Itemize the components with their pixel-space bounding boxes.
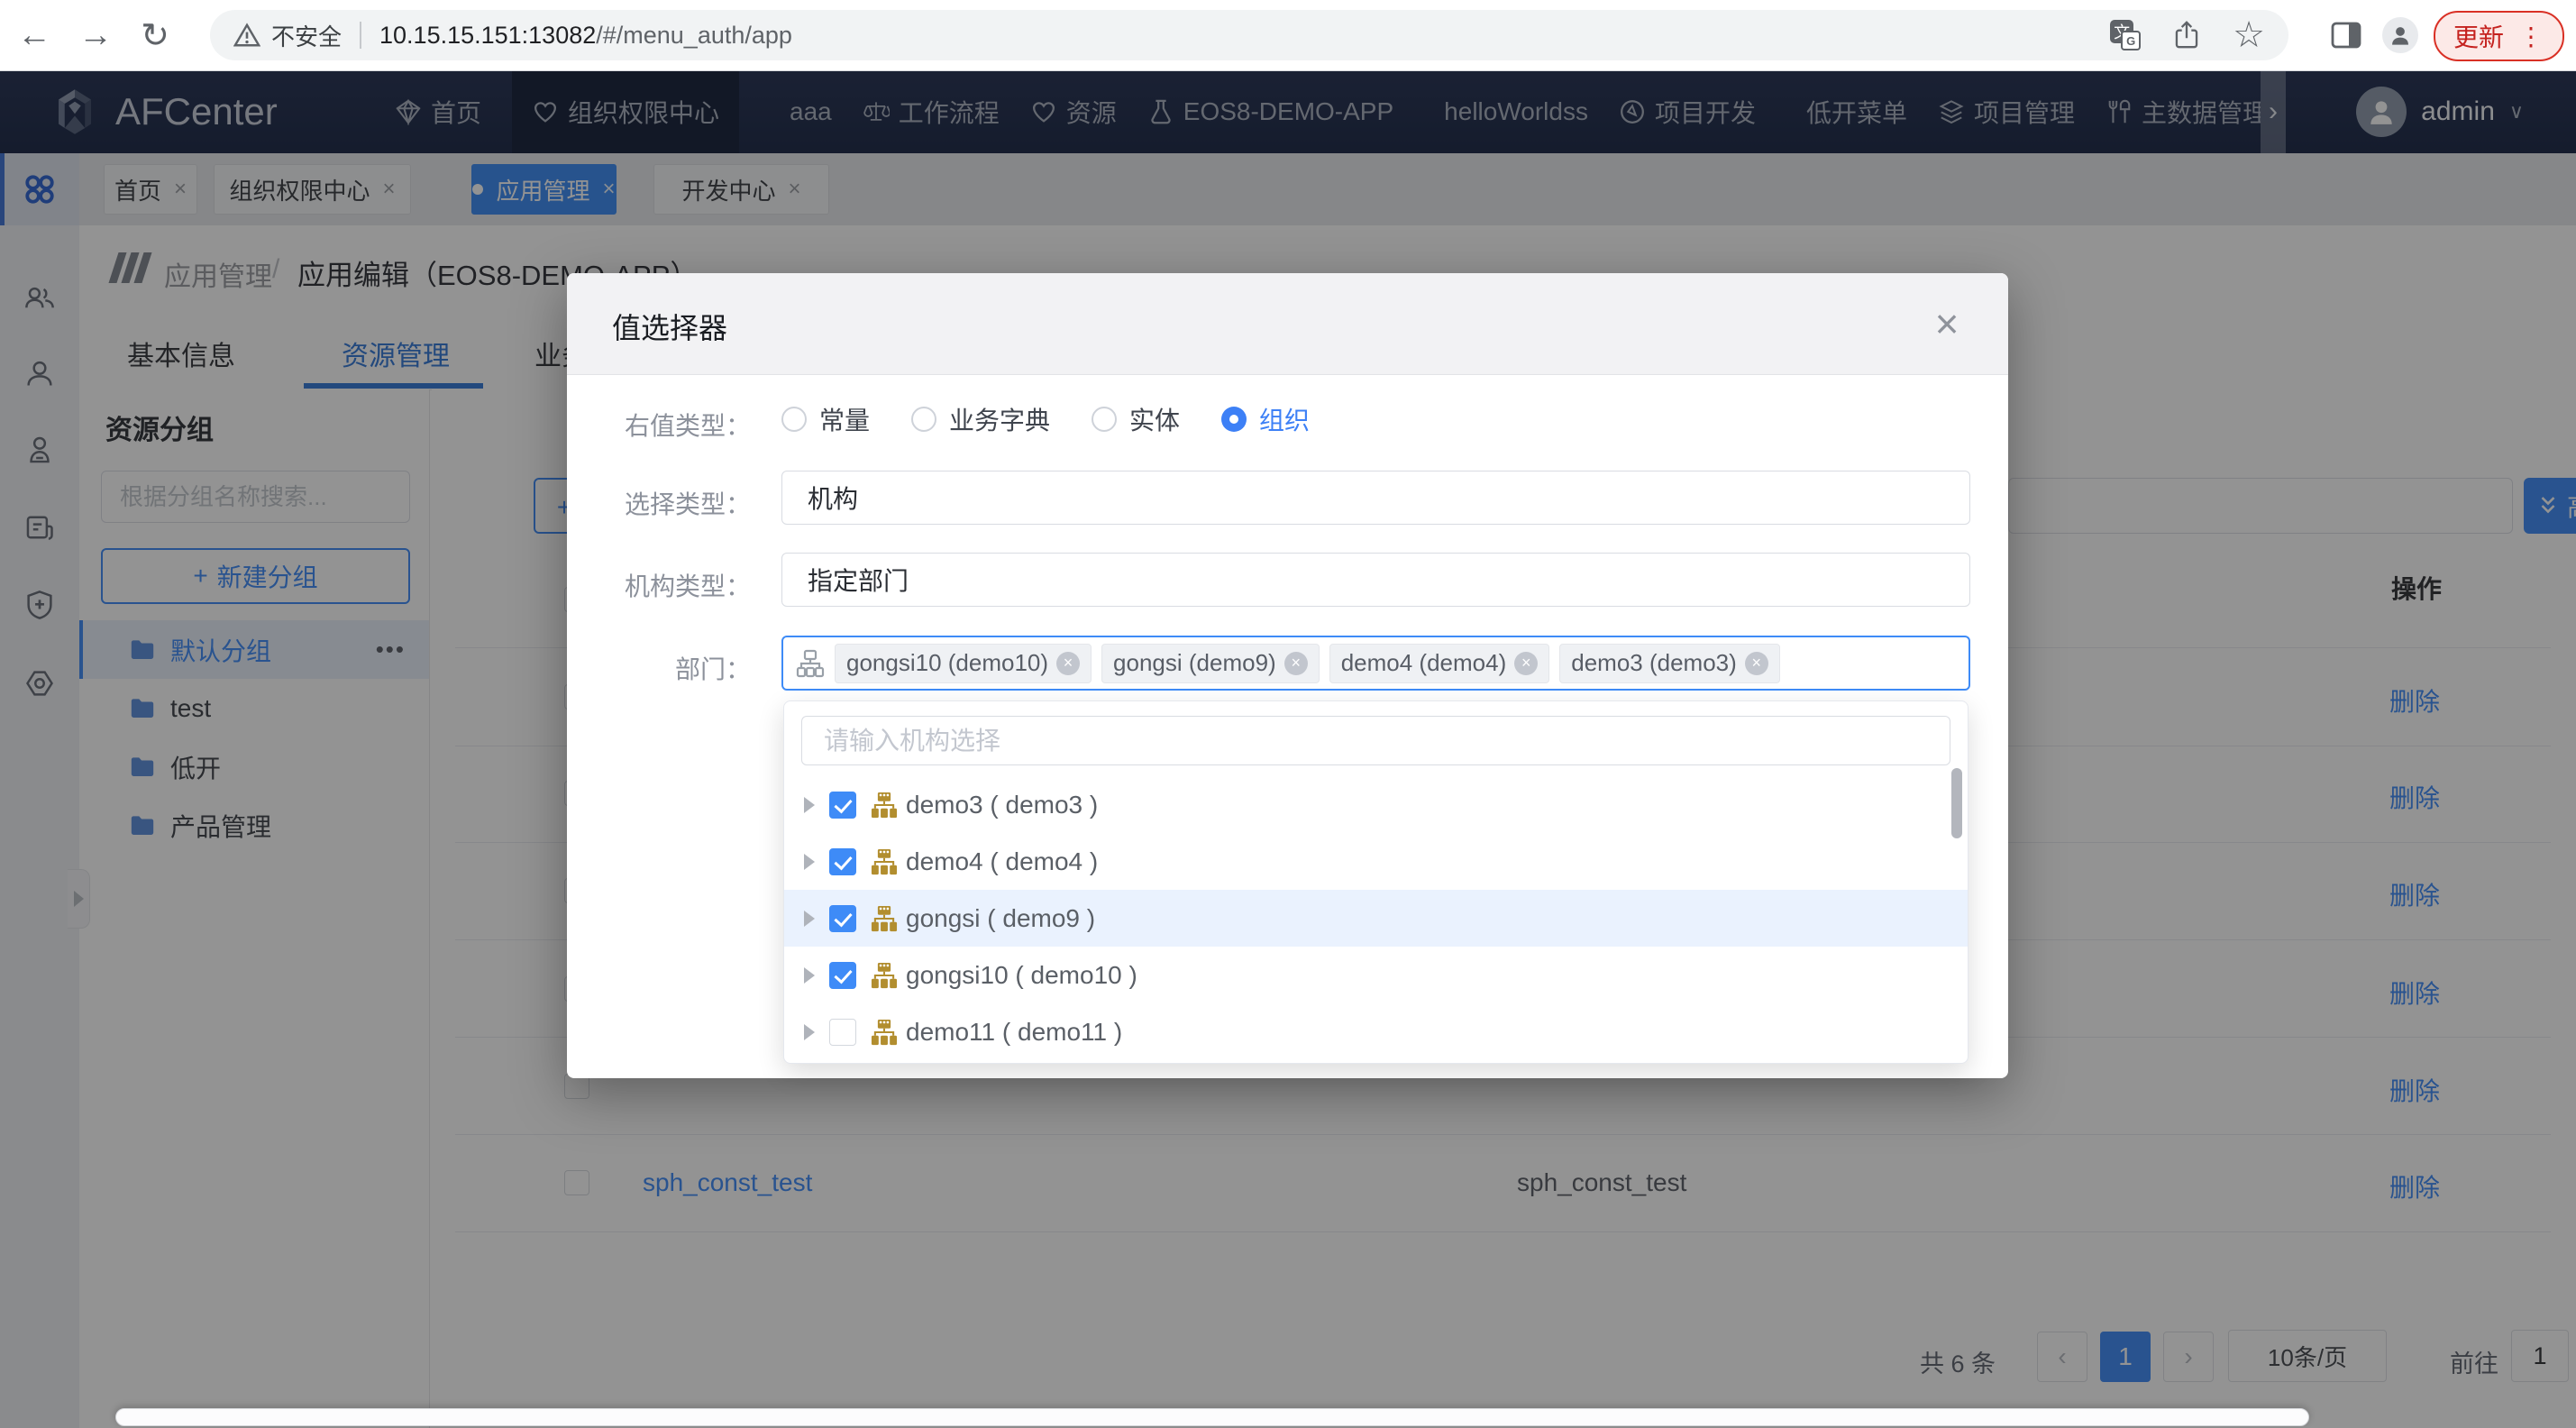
horizontal-scrollbar[interactable] (115, 1408, 2309, 1426)
tree-item-label: gongsi ( demo9 ) (906, 904, 1095, 933)
address-bar[interactable]: 不安全 10.15.15.151:13082 /#/menu_auth/app … (210, 10, 2288, 60)
tree-checkbox[interactable] (829, 905, 856, 932)
dialog-header: 值选择器 × (567, 273, 2008, 375)
org-tree-dropdown: demo3 ( demo3 ) demo4 ( demo4 ) gongsi ( d… (783, 700, 1969, 1064)
label-right-type: 右值类型： (567, 407, 751, 443)
tree-checkbox[interactable] (829, 1019, 856, 1046)
right-type-radio-group: 常量 业务字典 实体 组织 (781, 394, 1310, 444)
tree-checkbox[interactable] (829, 848, 856, 875)
dept-tag: gongsi (demo9) × (1101, 644, 1320, 683)
tree-item-label: demo4 ( demo4 ) (906, 847, 1098, 876)
caret-right-icon[interactable] (804, 1024, 815, 1040)
sidebar-toggle-icon[interactable] (2331, 22, 2361, 49)
caret-right-icon[interactable] (804, 797, 815, 813)
radio-业务字典[interactable]: 业务字典 (911, 401, 1050, 437)
org-gold-icon (871, 962, 898, 989)
dept-tag: demo3 (demo3) × (1559, 644, 1780, 683)
back-arrow-icon[interactable]: ← (7, 0, 61, 70)
browser-profile-avatar[interactable] (2382, 17, 2418, 53)
org-tree: demo3 ( demo3 ) demo4 ( demo4 ) gongsi ( d… (784, 776, 1968, 1060)
warning-icon (233, 22, 260, 49)
divider (360, 22, 361, 49)
share-icon[interactable] (2171, 20, 2202, 50)
radio-label: 组织 (1259, 401, 1310, 437)
org-type-input[interactable]: 指定部门 (781, 553, 1970, 607)
tag-label: demo3 (demo3) (1571, 649, 1737, 677)
org-gold-icon (871, 792, 898, 819)
caret-right-icon[interactable] (804, 911, 815, 927)
select-type-input[interactable]: 机构 (781, 471, 1970, 525)
chrome-update-button[interactable]: 更新 ⋮ (2434, 11, 2564, 61)
remove-tag-icon[interactable]: × (1514, 652, 1538, 675)
tree-checkbox[interactable] (829, 962, 856, 989)
bookmark-star-icon[interactable]: ☆ (2233, 17, 2265, 53)
dept-tag: demo4 (demo4) × (1329, 644, 1550, 683)
dialog-title: 值选择器 (612, 306, 727, 347)
caret-right-icon[interactable] (804, 967, 815, 984)
remove-tag-icon[interactable]: × (1284, 652, 1308, 675)
value-selector-dialog: 值选择器 × 右值类型： 常量 业务字典 实体 组织 选择类型： 机构 机构类型： 指… (567, 273, 2008, 1078)
tree-item-label: demo11 ( demo11 ) (906, 1018, 1122, 1047)
dept-tag-input[interactable]: gongsi10 (demo10)×gongsi (demo9)×demo4 (… (781, 636, 1970, 691)
tag-label: gongsi (demo9) (1113, 649, 1276, 677)
radio-实体[interactable]: 实体 (1092, 401, 1180, 437)
org-chart-icon (796, 649, 825, 678)
radio-label: 业务字典 (949, 401, 1050, 437)
tree-item-demo11 ( demo11 )[interactable]: demo11 ( demo11 ) (784, 1003, 1968, 1060)
org-search-input[interactable] (801, 716, 1950, 765)
remove-tag-icon[interactable]: × (1745, 652, 1768, 675)
browser-chrome: ← → ↻ 不安全 10.15.15.151:13082 /#/menu_aut… (0, 0, 2576, 71)
org-gold-icon (871, 848, 898, 875)
dept-tag: gongsi10 (demo10) × (835, 644, 1092, 683)
radio-组织[interactable]: 组织 (1221, 401, 1310, 437)
caret-right-icon[interactable] (804, 854, 815, 870)
remove-tag-icon[interactable]: × (1056, 652, 1080, 675)
radio-label: 实体 (1129, 401, 1180, 437)
url-host[interactable]: 10.15.15.151:13082 (379, 22, 596, 50)
tree-item-demo3 ( demo3 )[interactable]: demo3 ( demo3 ) (784, 776, 1968, 833)
radio-circle-icon (781, 407, 807, 432)
radio-常量[interactable]: 常量 (781, 401, 870, 437)
tree-item-label: gongsi10 ( demo10 ) (906, 961, 1137, 990)
security-label[interactable]: 不安全 (271, 19, 342, 52)
tree-item-gongsi ( demo9 )[interactable]: gongsi ( demo9 ) (784, 890, 1968, 947)
radio-circle-icon (1092, 407, 1117, 432)
tree-checkbox[interactable] (829, 792, 856, 819)
radio-label: 常量 (819, 401, 870, 437)
close-icon[interactable]: × (1922, 298, 1972, 349)
tag-label: gongsi10 (demo10) (846, 649, 1048, 677)
tree-item-demo4 ( demo4 )[interactable]: demo4 ( demo4 ) (784, 833, 1968, 890)
label-select-type: 选择类型： (567, 485, 751, 521)
radio-circle-icon (911, 407, 936, 432)
label-dept: 部门： (567, 650, 751, 686)
label-org-type: 机构类型： (567, 567, 751, 603)
dropdown-scrollbar[interactable] (1951, 768, 1962, 838)
radio-circle-icon (1221, 407, 1247, 432)
org-gold-icon (871, 905, 898, 932)
url-path[interactable]: /#/menu_auth/app (596, 22, 792, 50)
translate-icon[interactable]: 文G (2110, 20, 2141, 50)
update-label: 更新 (2453, 18, 2504, 54)
chrome-menu-dots-icon[interactable]: ⋮ (2518, 22, 2544, 51)
tree-item-label: demo3 ( demo3 ) (906, 791, 1098, 819)
tree-item-gongsi10 ( demo10 )[interactable]: gongsi10 ( demo10 ) (784, 947, 1968, 1003)
org-gold-icon (871, 1019, 898, 1046)
reload-icon[interactable]: ↻ (128, 0, 182, 70)
forward-arrow-icon[interactable]: → (69, 0, 123, 70)
tag-label: demo4 (demo4) (1341, 649, 1507, 677)
